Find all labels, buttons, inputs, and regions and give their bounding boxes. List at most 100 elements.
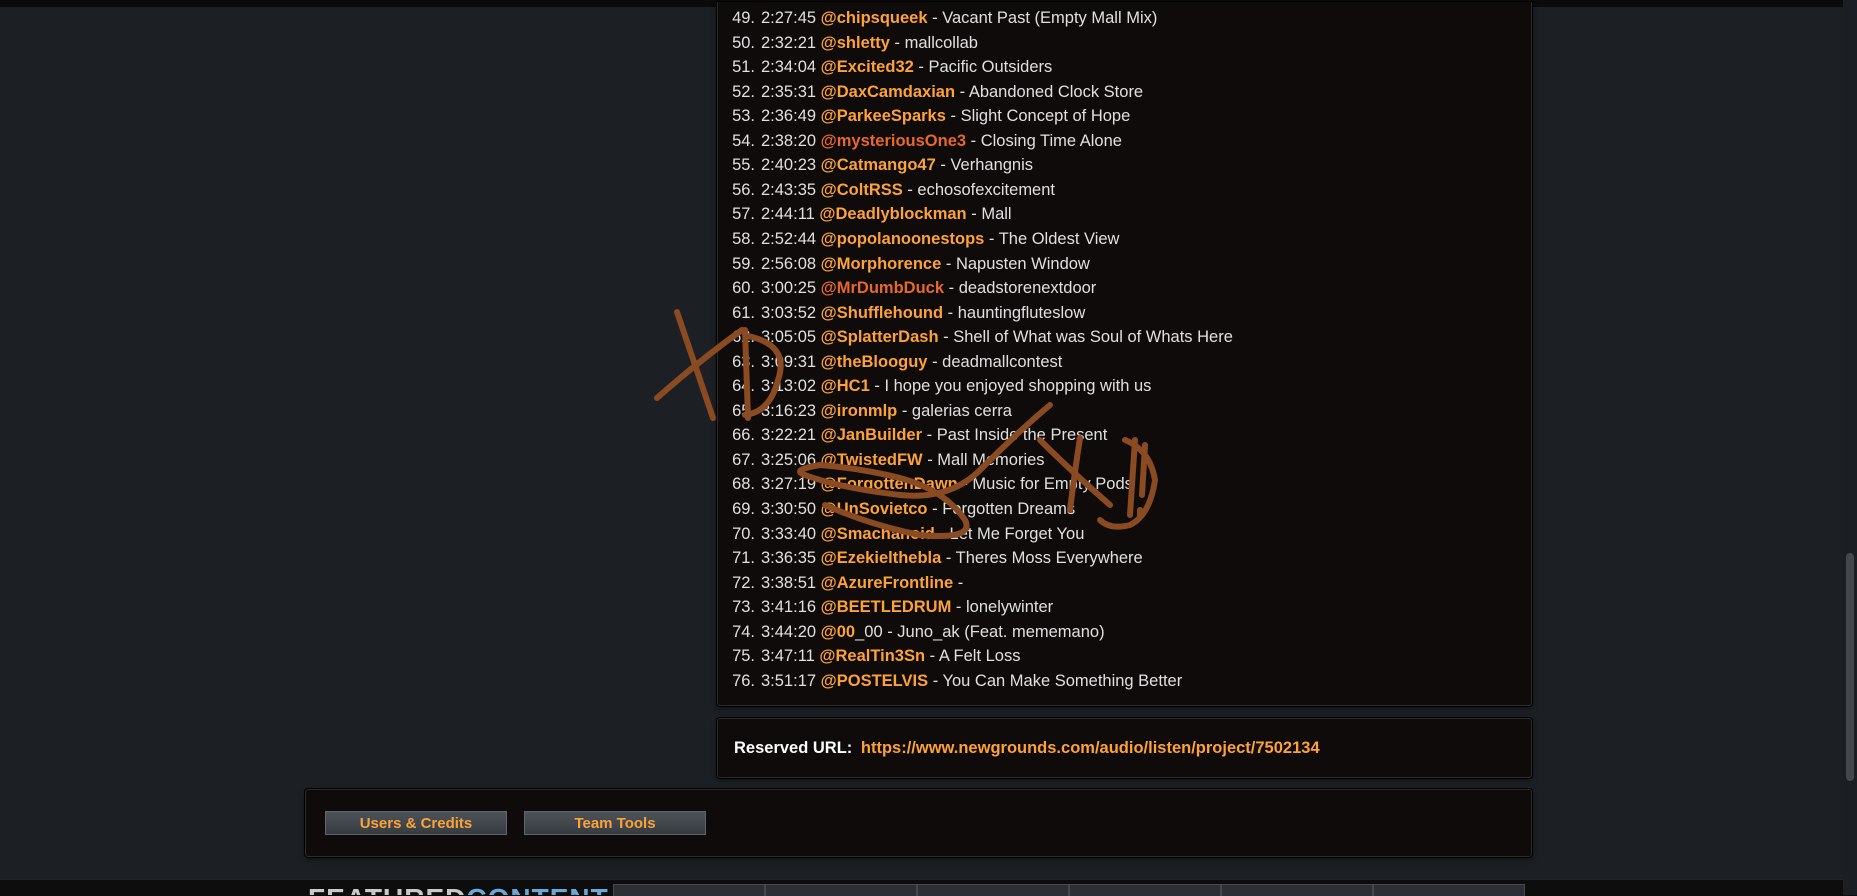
track-title: Shell of What was Soul of Whats Here bbox=[953, 328, 1233, 347]
track-row: 66. 3:22:21 @JanBuilder - Past Inside the… bbox=[718, 423, 1107, 447]
track-title: galerias cerra bbox=[911, 401, 1012, 420]
track-user-link[interactable]: @Deadlyblockman bbox=[819, 205, 966, 223]
track-row: 68. 3:27:19 @ForgottenDawn - Music for Em… bbox=[718, 472, 1133, 496]
track-number: 53. bbox=[732, 107, 755, 126]
track-user-link[interactable]: @shletty bbox=[821, 34, 890, 52]
track-number: 54. bbox=[732, 131, 755, 150]
track-separator: - bbox=[902, 180, 918, 199]
track-user-link[interactable]: @chipsqueek bbox=[821, 9, 928, 27]
track-time: 3:41:16 bbox=[761, 598, 817, 617]
track-user-link[interactable]: @RealTin3Sn bbox=[819, 647, 925, 665]
track-title: Mall bbox=[981, 205, 1012, 224]
scrollbar-thumb[interactable] bbox=[1846, 553, 1854, 781]
track-title: Music for Empty Pods bbox=[972, 475, 1133, 494]
track-user-link[interactable]: @BEETLEDRUM bbox=[821, 598, 952, 616]
track-user-link[interactable]: @ForgottenDawn bbox=[821, 475, 958, 493]
track-separator: - bbox=[941, 549, 956, 568]
track-user-link[interactable]: @Catmango47 bbox=[821, 156, 936, 174]
track-user-link[interactable]: @Shufflehound bbox=[821, 304, 943, 322]
track-row: 76. 3:51:17 @POSTELVIS - You Can Make Som… bbox=[718, 669, 1182, 693]
featured-tab-5[interactable] bbox=[1221, 884, 1373, 896]
track-user-link[interactable]: @Smachanoid bbox=[821, 525, 935, 543]
track-number: 76. bbox=[732, 671, 755, 690]
track-title: Closing Time Alone bbox=[980, 131, 1122, 150]
track-number: 73. bbox=[732, 598, 755, 617]
track-time: 2:32:21 bbox=[761, 33, 817, 52]
track-row: 72. 3:38:51 @AzureFrontline - bbox=[718, 571, 963, 595]
track-user-link[interactable]: @Excited32 bbox=[821, 58, 914, 76]
track-separator: - bbox=[953, 573, 964, 592]
track-time: 2:52:44 bbox=[761, 229, 817, 248]
track-user-link[interactable]: @Ezekielthebla bbox=[821, 549, 942, 567]
track-separator: - bbox=[938, 328, 954, 347]
track-time: 2:36:49 bbox=[761, 107, 817, 126]
track-user-link[interactable]: @UnSovietco bbox=[821, 500, 928, 518]
track-user-link[interactable]: @TwistedFW bbox=[821, 451, 923, 469]
featured-tab-1[interactable] bbox=[613, 884, 765, 896]
track-time: 3:47:11 bbox=[761, 647, 815, 666]
track-user-link[interactable]: @POSTELVIS bbox=[821, 672, 928, 690]
track-title: Vacant Past (Empty Mall Mix) bbox=[942, 9, 1158, 27]
track-title: deadstorenextdoor bbox=[958, 279, 1097, 298]
track-row: 51. 2:34:04 @Excited32 - Pacific Outsider… bbox=[718, 55, 1052, 79]
track-separator: - bbox=[922, 450, 938, 469]
team-tools-button[interactable]: Team Tools bbox=[524, 811, 706, 835]
track-title: Abandoned Clock Store bbox=[968, 82, 1144, 101]
track-time: 2:44:11 bbox=[761, 205, 815, 224]
track-number: 60. bbox=[732, 279, 755, 298]
track-time: 3:05:05 bbox=[761, 328, 817, 347]
track-user-link[interactable]: @Morphorence bbox=[821, 255, 942, 273]
users-credits-button[interactable]: Users & Credits bbox=[325, 811, 507, 835]
track-time: 2:34:04 bbox=[761, 58, 817, 77]
track-separator: - bbox=[945, 107, 961, 126]
track-list-panel: 49. 2:27:45 @chipsqueek - Vacant Past (Em… bbox=[717, 2, 1532, 706]
track-user-link[interactable]: @SplatterDash bbox=[821, 328, 939, 346]
track-user-link[interactable]: @DaxCamdaxian bbox=[821, 83, 955, 101]
track-row: 57. 2:44:11 @Deadlyblockman - Mall bbox=[718, 202, 1012, 226]
track-separator: - bbox=[927, 500, 943, 518]
featured-tab-3[interactable] bbox=[917, 884, 1069, 896]
reserved-url-link[interactable]: https://www.newgrounds.com/audio/listen/… bbox=[861, 739, 1320, 757]
track-user-link[interactable]: @ironmlp bbox=[821, 402, 898, 420]
track-row: 55. 2:40:23 @Catmango47 - Verhangnis bbox=[718, 153, 1033, 177]
featured-tab-6[interactable] bbox=[1373, 884, 1525, 896]
featured-tab-4[interactable] bbox=[1069, 884, 1221, 896]
track-time: 3:00:25 bbox=[761, 279, 817, 298]
track-user-link[interactable]: @theBlooguy bbox=[821, 353, 928, 371]
track-user-link[interactable]: @HC1 bbox=[821, 377, 870, 395]
track-title: The Oldest View bbox=[998, 229, 1120, 248]
track-user-link[interactable]: @00 bbox=[821, 623, 855, 641]
track-row: 53. 2:36:49 @ParkeeSparks - Slight Concep… bbox=[718, 104, 1130, 128]
reserved-url-panel: Reserved URL: https://www.newgrounds.com… bbox=[717, 718, 1532, 778]
track-title: Past Inside the Present bbox=[936, 426, 1108, 445]
track-title: I hope you enjoyed shopping with us bbox=[884, 377, 1152, 396]
track-time: 2:40:23 bbox=[761, 156, 817, 175]
track-title: hauntingfluteslow bbox=[957, 303, 1086, 322]
track-user-link[interactable]: @popolanoonestops bbox=[821, 230, 985, 248]
track-time: 3:16:23 bbox=[761, 401, 817, 420]
track-user-link[interactable]: @JanBuilder bbox=[821, 426, 922, 444]
track-time: 2:56:08 bbox=[761, 254, 817, 273]
track-number: 59. bbox=[732, 254, 755, 273]
track-separator: - bbox=[925, 647, 939, 666]
track-user-link[interactable]: @ColtRSS bbox=[821, 181, 903, 199]
track-title: Slight Concept of Hope bbox=[960, 107, 1131, 126]
track-number: 55. bbox=[732, 156, 755, 175]
track-time: 2:35:31 bbox=[761, 82, 817, 101]
track-user-link[interactable]: @ParkeeSparks bbox=[821, 107, 946, 125]
track-row: 49. 2:27:45 @chipsqueek - Vacant Past (Em… bbox=[718, 6, 1157, 30]
track-separator: - bbox=[922, 426, 937, 445]
track-separator: - bbox=[897, 401, 912, 420]
track-time: 3:22:21 bbox=[761, 426, 817, 445]
track-number: 70. bbox=[732, 524, 755, 543]
reserved-url-label: Reserved URL: bbox=[734, 739, 853, 757]
track-number: 52. bbox=[732, 82, 755, 101]
track-title: deadmallcontest bbox=[942, 352, 1063, 371]
track-time: 3:51:17 bbox=[761, 671, 817, 690]
track-number: 69. bbox=[732, 500, 755, 518]
featured-tab-2[interactable] bbox=[765, 884, 917, 896]
featured-accent: CONTENT bbox=[466, 884, 608, 895]
track-user-link[interactable]: @AzureFrontline bbox=[821, 574, 954, 592]
track-user-link[interactable]: @MrDumbDuck bbox=[821, 279, 944, 297]
track-user-link[interactable]: @mysteriousOne3 bbox=[821, 132, 966, 150]
